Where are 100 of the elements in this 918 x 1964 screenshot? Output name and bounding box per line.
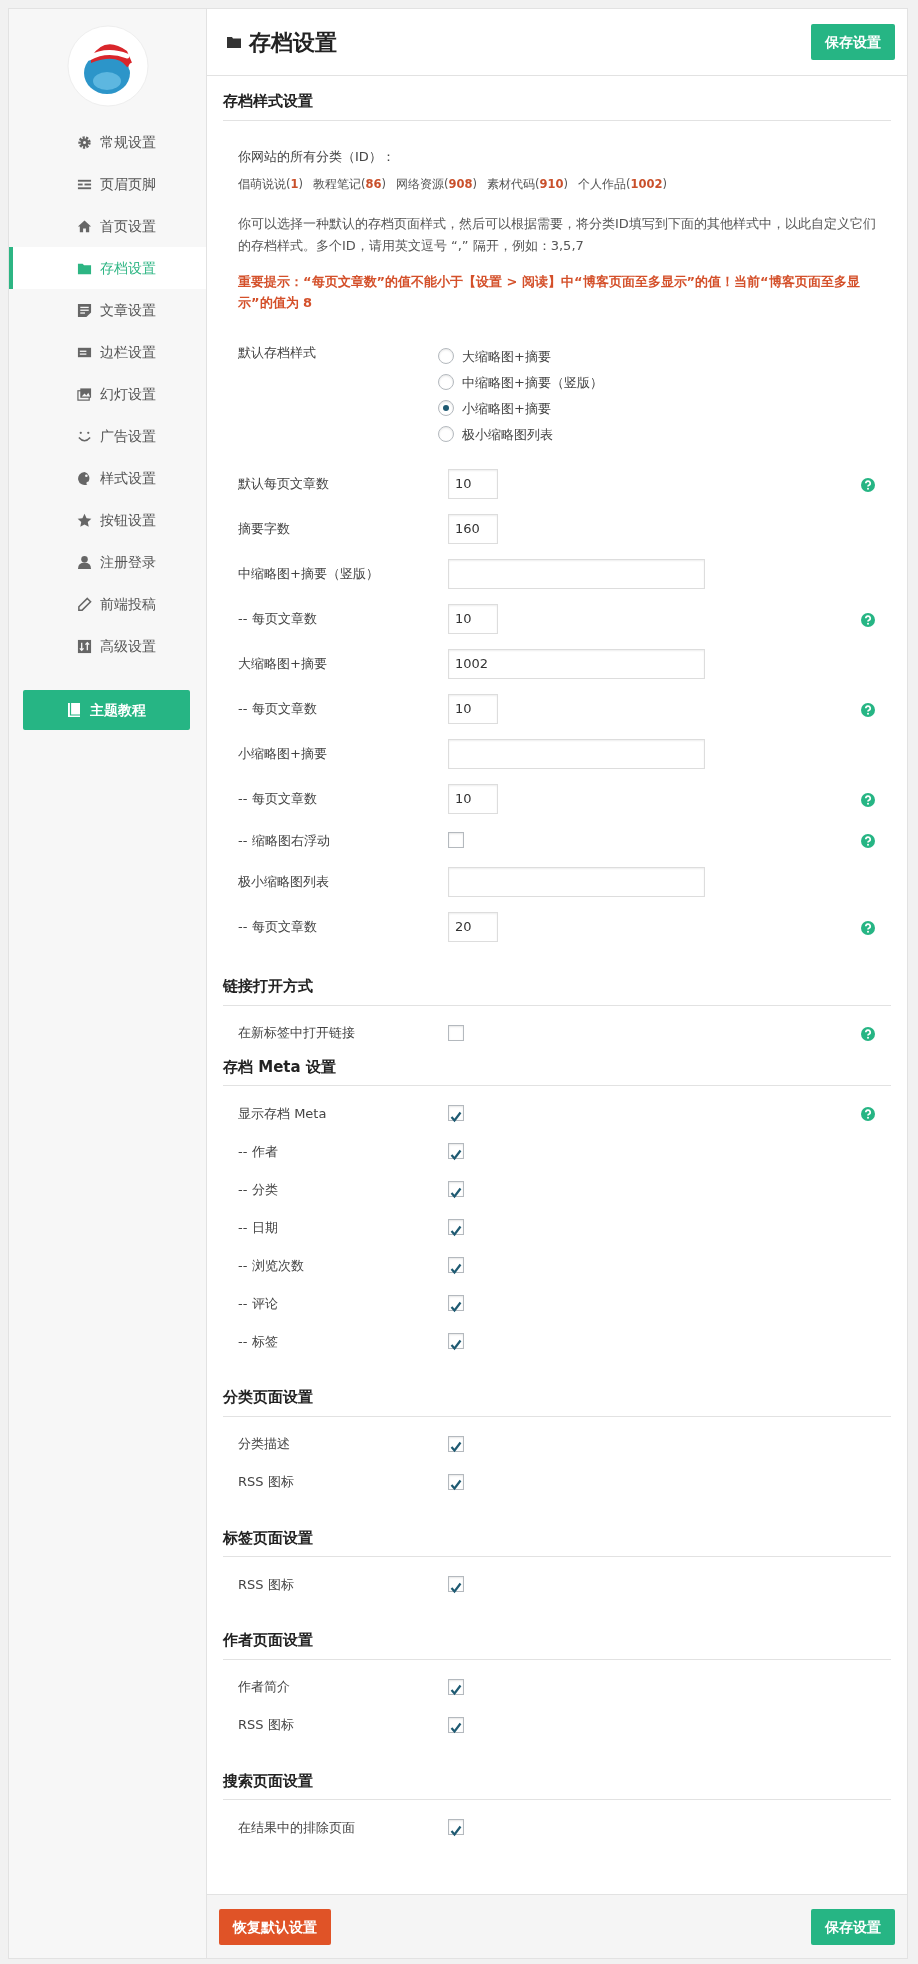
settings-icon xyxy=(77,134,92,150)
checkbox[interactable] xyxy=(448,1473,464,1490)
checkbox[interactable] xyxy=(448,1024,464,1041)
field-label: 显示存档 Meta xyxy=(238,1104,328,1123)
section-heading: 链接打开方式 xyxy=(223,975,891,1006)
checkbox[interactable] xyxy=(448,1219,464,1236)
section-heading: 存档 Meta 设置 xyxy=(223,1055,891,1087)
number-field[interactable]: 20 xyxy=(448,911,498,942)
section-heading: 分类页面设置 xyxy=(223,1386,891,1417)
field-label: 中缩略图+摘要（竖版） xyxy=(238,565,380,583)
checkbox[interactable] xyxy=(448,1435,464,1452)
checkbox[interactable] xyxy=(448,1105,464,1122)
folder-icon xyxy=(227,36,241,48)
category-item: 倡萌说说(1) xyxy=(238,176,303,193)
input-field[interactable] xyxy=(448,738,705,769)
field-label: -- 每页文章数 xyxy=(238,610,318,628)
book-icon xyxy=(67,702,82,718)
field-label: -- 日期 xyxy=(238,1218,279,1237)
field-label: RSS 图标 xyxy=(238,1716,295,1734)
field-label: 小缩略图+摘要 xyxy=(238,745,328,763)
field-label: -- 缩略图右浮动 xyxy=(238,831,331,850)
help-icon[interactable] xyxy=(861,702,875,717)
radio-option[interactable]: 极小缩略图列表 xyxy=(438,421,861,448)
help-icon[interactable] xyxy=(861,1026,875,1041)
help-icon[interactable] xyxy=(861,792,875,807)
sidebar-item[interactable]: 前端投稿 xyxy=(9,583,206,625)
checkbox[interactable] xyxy=(448,1333,464,1350)
field-label: 默认存档样式 xyxy=(238,344,317,363)
help-icon[interactable] xyxy=(861,1107,875,1121)
field-label: 默认每页文章数 xyxy=(238,475,330,493)
help-icon[interactable] xyxy=(861,920,875,935)
number-field[interactable]: 10 xyxy=(448,468,498,499)
section-heading: 搜索页面设置 xyxy=(223,1769,891,1801)
number-field[interactable]: 10 xyxy=(448,693,498,724)
radio-option[interactable]: 大缩略图+摘要 xyxy=(438,343,861,370)
checkbox[interactable] xyxy=(448,1716,464,1733)
warning-text: 重要提示：“每页文章数”的值不能小于【设置 > 阅读】中“博客页面至多显示”的值！当前“博客页面至多显示”的值为 8 xyxy=(238,273,861,313)
sidebar-item[interactable]: 边栏设置 xyxy=(9,331,206,373)
sidebar-item[interactable]: 幻灯设置 xyxy=(9,373,206,415)
radio-option[interactable]: 小缩略图+摘要 xyxy=(438,395,861,422)
number-field[interactable]: 10 xyxy=(448,603,498,634)
field-label: 在新标签中打开链接 xyxy=(238,1024,356,1042)
help-icon[interactable] xyxy=(861,834,875,848)
category-item: 网络资源(908) xyxy=(396,176,478,193)
pencil-icon xyxy=(77,596,92,612)
field-label: 在结果中的排除页面 xyxy=(238,1818,356,1837)
field-label: 分类描述 xyxy=(238,1435,291,1453)
reset-button[interactable]: 恢复默认设置 xyxy=(219,1908,331,1945)
checkbox[interactable] xyxy=(448,1678,464,1695)
category-item: 素材代码(910) xyxy=(487,176,569,193)
help-icon[interactable] xyxy=(861,477,875,492)
checkbox[interactable] xyxy=(448,1257,464,1274)
sidebar-item[interactable]: 页眉页脚 xyxy=(9,163,206,205)
field-label: 大缩略图+摘要 xyxy=(238,655,328,673)
help-icon[interactable] xyxy=(861,612,875,627)
number-field[interactable]: 160 xyxy=(448,513,498,544)
sidebar-item[interactable]: 常规设置 xyxy=(9,121,206,163)
home-icon xyxy=(77,218,92,234)
sidebar-item[interactable]: 广告设置 xyxy=(9,415,206,457)
field-label: 摘要字数 xyxy=(238,520,291,538)
radio-option[interactable]: 中缩略图+摘要（竖版） xyxy=(438,369,861,396)
field-label: -- 评论 xyxy=(238,1294,279,1313)
image-icon xyxy=(77,386,92,402)
categories-label: 你网站的所有分类（ID）： xyxy=(238,147,396,166)
field-label: RSS 图标 xyxy=(238,1473,295,1491)
field-label: -- 每页文章数 xyxy=(238,700,318,718)
checkbox[interactable] xyxy=(448,1181,464,1198)
sidebar-item[interactable]: 按钮设置 xyxy=(9,499,206,541)
sidebar-item[interactable]: 文章设置 xyxy=(9,289,206,331)
input-field[interactable] xyxy=(448,866,705,897)
section-heading: 作者页面设置 xyxy=(223,1629,891,1660)
field-label: -- 分类 xyxy=(238,1180,279,1199)
category-item: 个人作品(1002) xyxy=(578,176,668,193)
star-icon xyxy=(77,512,92,528)
sidebar-item[interactable]: 样式设置 xyxy=(9,457,206,499)
sidebar-item[interactable]: 注册登录 xyxy=(9,541,206,583)
category-item: 教程笔记(86) xyxy=(313,176,387,193)
palette-icon xyxy=(77,470,92,486)
sidebar-item[interactable]: 首页设置 xyxy=(9,205,206,247)
checkbox[interactable] xyxy=(448,1576,464,1593)
number-field[interactable]: 10 xyxy=(448,783,498,814)
checkbox[interactable] xyxy=(448,832,464,849)
field-label: -- 标签 xyxy=(238,1332,279,1351)
field-label: 极小缩略图列表 xyxy=(238,873,330,891)
checkbox[interactable] xyxy=(448,1819,464,1836)
section-heading: 存档样式设置 xyxy=(223,90,891,121)
field-label: -- 每页文章数 xyxy=(238,790,318,808)
checkbox[interactable] xyxy=(448,1143,464,1160)
sidebar-item[interactable]: 高级设置 xyxy=(9,625,206,667)
description-text: 你可以选择一种默认的存档页面样式，然后可以根据需要，将分类ID填写到下面的其他样式中，以此自定义它们的存档样式。多个ID，请用英文逗号 “,” 隔开，例如：3,5,7 xyxy=(238,215,876,256)
document-icon xyxy=(77,302,92,318)
field-label: -- 浏览次数 xyxy=(238,1256,305,1275)
checkbox[interactable] xyxy=(448,1295,464,1312)
field-label: -- 每页文章数 xyxy=(238,918,318,936)
field-label: -- 作者 xyxy=(238,1142,279,1161)
input-field[interactable]: 1002 xyxy=(448,648,705,679)
section-heading: 标签页面设置 xyxy=(223,1526,891,1558)
field-label: RSS 图标 xyxy=(238,1575,295,1594)
input-field[interactable] xyxy=(448,558,705,589)
sort-icon xyxy=(77,638,92,654)
